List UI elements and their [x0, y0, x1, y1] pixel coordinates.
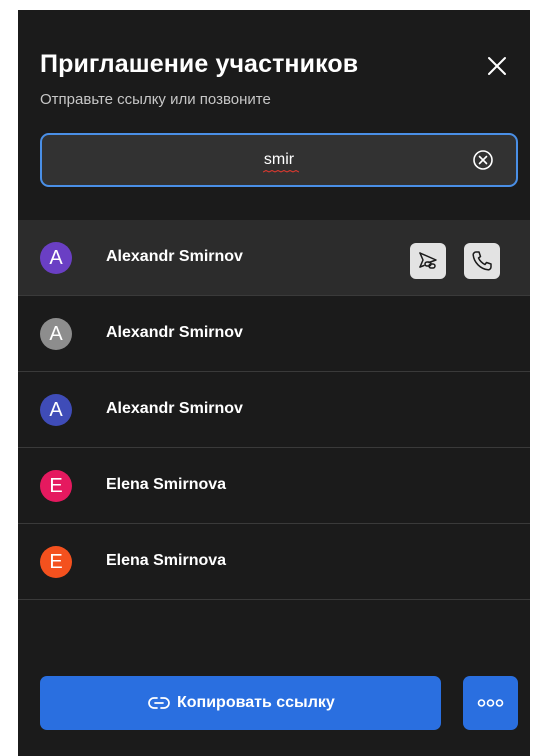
send-link-button[interactable]: [410, 243, 446, 279]
avatar: E: [40, 546, 72, 578]
avatar: A: [40, 394, 72, 426]
participant-name: Alexandr Smirnov: [106, 324, 243, 341]
copy-link-label: Копировать ссылку: [177, 694, 335, 711]
send-link-icon: [419, 252, 437, 269]
dialog-title: Приглашение участников: [40, 50, 359, 78]
participant-name: Alexandr Smirnov: [106, 248, 243, 265]
call-button[interactable]: [464, 243, 500, 279]
avatar: A: [40, 318, 72, 350]
copy-link-button[interactable]: Копировать ссылку: [40, 676, 441, 730]
clear-search-button[interactable]: [472, 149, 494, 171]
participant-name: Elena Smirnova: [106, 476, 227, 493]
participant-name: Alexandr Smirnov: [106, 400, 243, 417]
results-list: A Alexandr Smirnov A Alexandr Smirnov A …: [18, 220, 530, 600]
more-options-button[interactable]: [463, 676, 518, 730]
phone-icon: [472, 251, 492, 271]
close-button[interactable]: [484, 53, 510, 79]
dialog-subtitle: Отправьте ссылку или позвоните: [40, 91, 271, 108]
more-icon: [477, 699, 504, 707]
participant-name: Elena Smirnova: [106, 552, 227, 569]
close-icon: [488, 57, 506, 75]
clear-circle-icon: [473, 150, 493, 170]
list-item[interactable]: E Elena Smirnova: [18, 448, 530, 524]
list-item[interactable]: E Elena Smirnova: [18, 524, 530, 600]
link-icon: [148, 697, 170, 709]
list-item[interactable]: A Alexandr Smirnov: [18, 296, 530, 372]
avatar: E: [40, 470, 72, 502]
list-item[interactable]: A Alexandr Smirnov: [18, 372, 530, 448]
invite-dialog: Приглашение участников Отправьте ссылку …: [18, 10, 530, 756]
list-item[interactable]: A Alexandr Smirnov: [18, 220, 530, 296]
search-input[interactable]: [42, 135, 516, 185]
avatar: A: [40, 242, 72, 274]
spellcheck-underline: [263, 170, 299, 173]
search-box: [40, 133, 518, 187]
